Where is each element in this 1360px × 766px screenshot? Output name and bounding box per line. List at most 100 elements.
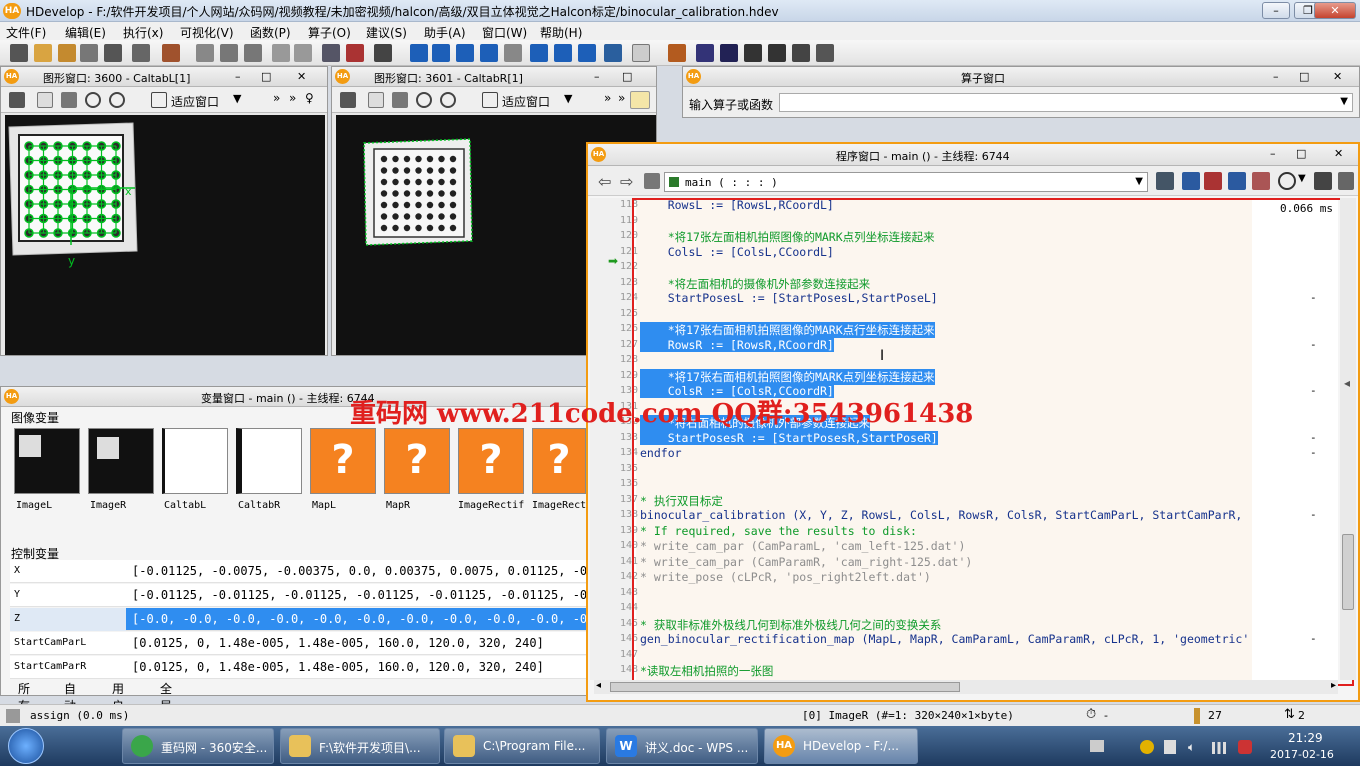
- fit-window-label[interactable]: 适应窗口: [502, 93, 550, 110]
- thumb-mapl[interactable]: ?: [310, 428, 376, 494]
- lightbulb-icon[interactable]: ♀: [305, 91, 314, 105]
- close-icon[interactable]: ✕: [1333, 70, 1342, 83]
- vertical-scrollbar[interactable]: [1340, 198, 1356, 680]
- more-icon[interactable]: »: [604, 91, 611, 105]
- scrollbar-thumb[interactable]: [1342, 534, 1354, 610]
- columns-icon[interactable]: [1338, 172, 1354, 190]
- line-profile-icon[interactable]: [768, 44, 786, 62]
- redo-icon[interactable]: [294, 44, 312, 62]
- lightbulb-icon[interactable]: [630, 91, 650, 109]
- thumb-imagerect[interactable]: ?: [532, 428, 586, 494]
- scrollbar-thumb[interactable]: [610, 682, 960, 692]
- properties-icon[interactable]: [162, 44, 180, 62]
- thumb-caltabr[interactable]: [236, 428, 302, 494]
- paste-icon[interactable]: [244, 44, 262, 62]
- menu-edit[interactable]: 编辑(E): [65, 24, 106, 41]
- undo-icon[interactable]: [272, 44, 290, 62]
- zoom-icon[interactable]: [109, 92, 125, 108]
- control-row[interactable]: StartCamParL [0.0125, 0, 1.48e-005, 1.48…: [10, 632, 590, 655]
- thumb-imagerectif[interactable]: ?: [458, 428, 524, 494]
- delete-procedure-icon[interactable]: [1204, 172, 1222, 190]
- zoom-window-icon[interactable]: [792, 44, 810, 62]
- stop-icon[interactable]: [504, 44, 522, 62]
- scroll-left-icon[interactable]: ◂: [596, 680, 601, 691]
- graphics-window-icon[interactable]: [604, 44, 622, 62]
- close-icon[interactable]: ✕: [297, 70, 306, 83]
- tools-icon[interactable]: [1314, 172, 1332, 190]
- close-icon[interactable]: ✕: [1334, 147, 1343, 160]
- start-button[interactable]: [8, 728, 44, 764]
- insert-line-icon[interactable]: [322, 44, 340, 62]
- pencil-icon[interactable]: [340, 92, 356, 108]
- step-into-icon[interactable]: [456, 44, 474, 62]
- security-icon[interactable]: [1140, 740, 1154, 754]
- maximize-icon[interactable]: □: [1296, 147, 1306, 160]
- control-row-selected[interactable]: Z [-0.0, -0.0, -0.0, -0.0, -0.0, -0.0, -…: [10, 608, 609, 631]
- minimize-icon[interactable]: –: [235, 70, 241, 83]
- maximize-icon[interactable]: □: [622, 70, 632, 83]
- histogram-icon[interactable]: [720, 44, 738, 62]
- binoculars-icon[interactable]: [374, 44, 392, 62]
- cut-icon[interactable]: [196, 44, 214, 62]
- more-icon[interactable]: »: [618, 91, 625, 105]
- scroll-right-icon[interactable]: ▸: [1331, 680, 1336, 691]
- calendar-icon[interactable]: [1156, 172, 1174, 190]
- save-icon[interactable]: [80, 44, 98, 62]
- taskbar-item-folder2[interactable]: C:\Program File...: [444, 728, 600, 764]
- fit-window-icon[interactable]: [151, 92, 167, 108]
- keyboard-icon[interactable]: [1090, 740, 1104, 752]
- minimize-icon[interactable]: –: [1270, 147, 1276, 160]
- notification-icon[interactable]: [1238, 740, 1252, 754]
- reset-all-icon[interactable]: [554, 44, 572, 62]
- timer-icon[interactable]: [1278, 172, 1296, 190]
- thumb-mapr[interactable]: ?: [384, 428, 450, 494]
- chevron-down-icon[interactable]: ▼: [1135, 176, 1143, 187]
- zoom-icon[interactable]: [440, 92, 456, 108]
- print-icon[interactable]: [132, 44, 150, 62]
- fit-window-label[interactable]: 适应窗口: [171, 93, 219, 110]
- close-button[interactable]: ✕: [1314, 2, 1356, 19]
- save-all-icon[interactable]: [104, 44, 122, 62]
- chevron-down-icon[interactable]: ▼: [233, 92, 241, 105]
- device-icon[interactable]: [1164, 740, 1176, 754]
- step-out-icon[interactable]: [480, 44, 498, 62]
- breakpoint-icon[interactable]: [578, 44, 596, 62]
- debug-icon[interactable]: [1252, 172, 1270, 190]
- pointer-icon[interactable]: [37, 92, 53, 108]
- maximize-icon[interactable]: □: [261, 70, 271, 83]
- feature-histogram-icon[interactable]: [744, 44, 762, 62]
- run-icon[interactable]: [410, 44, 428, 62]
- graphics-canvas-left[interactable]: x y: [5, 115, 325, 355]
- thumb-imagel[interactable]: [14, 428, 80, 494]
- procedure-icon[interactable]: [644, 173, 660, 189]
- taskbar-item-wps[interactable]: W 讲义.doc - WPS ...: [606, 728, 758, 764]
- taskbar-item-folder1[interactable]: F:\软件开发项目\...: [280, 728, 440, 764]
- menu-operators[interactable]: 算子(O): [308, 24, 351, 41]
- menu-suggestions[interactable]: 建议(S): [366, 24, 407, 41]
- fit-window-icon[interactable]: [482, 92, 498, 108]
- control-row[interactable]: Y [-0.01125, -0.01125, -0.01125, -0.0112…: [10, 584, 609, 607]
- minimize-button[interactable]: –: [1262, 2, 1290, 19]
- control-row[interactable]: X [-0.01125, -0.0075, -0.00375, 0.0, 0.0…: [10, 560, 609, 583]
- procedure-settings-icon[interactable]: [1228, 172, 1246, 190]
- thumb-caltabl[interactable]: [162, 428, 228, 494]
- menu-file[interactable]: 文件(F): [6, 24, 46, 41]
- collapse-arrow-icon[interactable]: ◂: [1344, 376, 1350, 390]
- more-icon[interactable]: »: [273, 91, 280, 105]
- edit-procedure-icon[interactable]: [1182, 172, 1200, 190]
- chevron-down-icon[interactable]: ▼: [564, 92, 572, 105]
- hand-icon[interactable]: [61, 92, 77, 108]
- network-icon[interactable]: [1212, 742, 1226, 754]
- menu-window[interactable]: 窗口(W): [482, 24, 527, 41]
- chevron-down-icon[interactable]: ▼: [1298, 173, 1306, 184]
- copy-icon[interactable]: [220, 44, 238, 62]
- menu-visualize[interactable]: 可视化(V): [180, 24, 234, 41]
- hand-icon[interactable]: [392, 92, 408, 108]
- open-file-icon[interactable]: [34, 44, 52, 62]
- new-file-icon[interactable]: [10, 44, 28, 62]
- procedure-select[interactable]: main ( : : : ) ▼: [664, 172, 1148, 192]
- volume-icon[interactable]: 🔈︎: [1188, 740, 1202, 754]
- step-over-icon[interactable]: [432, 44, 450, 62]
- gray-histogram-icon[interactable]: [816, 44, 834, 62]
- more-icon[interactable]: »: [289, 91, 296, 105]
